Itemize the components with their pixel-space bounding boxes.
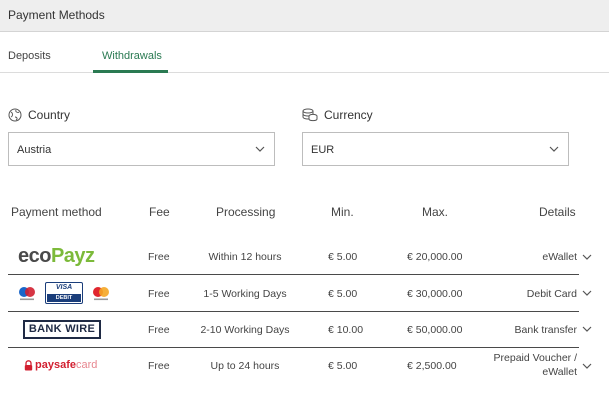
- processing-cell: Within 12 hours: [208, 251, 282, 263]
- visa-logo-text: VISA: [55, 284, 73, 291]
- max-cell: € 20,000.00: [407, 251, 463, 263]
- active-tab-indicator: [93, 70, 168, 73]
- chevron-down-icon: [549, 146, 559, 152]
- min-cell: € 10.00: [328, 324, 364, 336]
- processing-cell: Up to 24 hours: [210, 360, 280, 372]
- max-cell: € 30,000.00: [407, 288, 463, 300]
- chevron-down-icon: [255, 146, 265, 152]
- details-cell: Bank transfer: [514, 324, 577, 336]
- column-header-fee: Fee: [149, 205, 170, 219]
- currency-select-value: EUR: [311, 144, 335, 156]
- bankwire-logo: BANK WIRE: [23, 320, 101, 339]
- tab-deposits[interactable]: Deposits: [8, 50, 51, 62]
- header-bar: Payment Methods: [0, 0, 609, 32]
- details-cell: eWallet: [542, 251, 577, 263]
- lock-icon: [24, 359, 33, 370]
- details-cell: Debit Card: [526, 288, 577, 300]
- country-label: Country: [8, 108, 70, 122]
- column-header-payment-method: Payment method: [11, 205, 102, 219]
- min-cell: € 5.00: [328, 251, 358, 263]
- column-header-max: Max.: [422, 205, 449, 219]
- ecopayz-logo-payz: Payz: [50, 245, 95, 267]
- globe-icon: [8, 108, 22, 122]
- ecopayz-logo: ecoPayz: [18, 245, 95, 268]
- column-header-details: Details: [539, 205, 576, 219]
- country-label-text: Country: [28, 108, 71, 122]
- chevron-down-icon[interactable]: [582, 324, 592, 334]
- maestro-logo: [19, 287, 35, 301]
- tab-withdrawals[interactable]: Withdrawals: [102, 50, 162, 62]
- chevron-down-icon[interactable]: [582, 288, 592, 298]
- fee-cell: Free: [148, 251, 170, 263]
- coins-icon: [302, 108, 318, 122]
- currency-select[interactable]: EUR: [302, 132, 569, 166]
- currency-label: Currency: [302, 108, 373, 122]
- currency-label-text: Currency: [324, 108, 373, 122]
- min-cell: € 5.00: [328, 360, 358, 372]
- fee-cell: Free: [148, 360, 170, 372]
- processing-cell: 1-5 Working Days: [203, 288, 287, 300]
- paysafecard-logo-card: card: [75, 359, 98, 371]
- processing-cell: 2-10 Working Days: [200, 324, 290, 336]
- mastercard-logo: [93, 287, 109, 301]
- fee-cell: Free: [148, 288, 170, 300]
- ecopayz-logo-eco: eco: [18, 245, 51, 267]
- max-cell: € 50,000.00: [407, 324, 463, 336]
- details-cell: Prepaid Voucher / eWallet: [493, 352, 577, 378]
- paysafecard-logo-paysafe: paysafe: [35, 359, 76, 371]
- chevron-down-icon[interactable]: [582, 252, 592, 262]
- visa-debit-logo: VISA DEBIT: [45, 282, 83, 304]
- chevron-down-icon[interactable]: [582, 361, 592, 371]
- fee-cell: Free: [148, 324, 170, 336]
- column-header-min: Min.: [331, 205, 354, 219]
- column-header-processing: Processing: [216, 205, 276, 219]
- paysafecard-logo: paysafe card: [24, 359, 97, 371]
- page-title: Payment Methods: [8, 8, 105, 22]
- country-select-value: Austria: [17, 144, 52, 156]
- tab-bar: Deposits Withdrawals: [0, 33, 609, 73]
- max-cell: € 2,500.00: [407, 360, 457, 372]
- debit-logo-text: DEBIT: [47, 294, 81, 302]
- min-cell: € 5.00: [328, 288, 358, 300]
- cards-logo: VISA DEBIT: [17, 282, 111, 304]
- country-select[interactable]: Austria: [8, 132, 275, 166]
